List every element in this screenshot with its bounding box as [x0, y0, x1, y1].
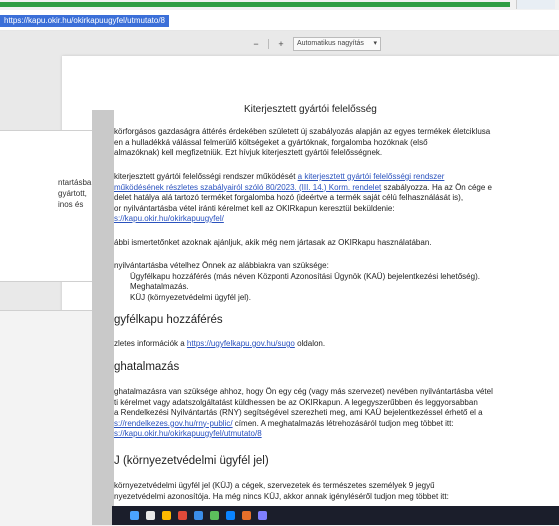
chevron-down-icon: ▾ — [373, 40, 377, 47]
taskbar-app-icon[interactable] — [146, 511, 155, 520]
heading-meghatalmazas: ghatalmazás — [114, 361, 180, 373]
background-text-line: gyártott, — [58, 189, 87, 198]
paragraph-7-line-2: nyezetvédelmi azonosítója. Ha még nincs … — [114, 491, 449, 501]
zoom-select[interactable]: Automatikus nagyítás ▾ — [293, 37, 381, 51]
window-corner-icon[interactable] — [516, 0, 555, 9]
heading-ugyfelkapu: gyfélkapu hozzáférés — [114, 314, 223, 326]
paragraph-1-line-1: körforgásos gazdaságra áttérés érdekében… — [114, 127, 491, 136]
toolbar-divider — [268, 39, 269, 49]
ugyfelkapu-link[interactable]: https://ugyfelkapu.gov.hu/sugo — [187, 339, 295, 348]
heading-kuj: J (környezetvédelmi ügyfél jel) — [114, 455, 269, 467]
rny-link[interactable]: s://rendelkezes.gov.hu/rny-public/ — [114, 419, 233, 428]
requirement-item: KÜJ (környezetvédelmi ügyfél jel). — [130, 292, 251, 302]
paragraph-2-line-5: s://kapu.okir.hu/okirkapuugyfel/ — [114, 214, 224, 225]
background-text-line: inos és — [58, 200, 84, 209]
paragraph-7-line-1: környezetvédelmi ügyfél jel (KÜJ) a cége… — [114, 481, 435, 490]
progress-bar — [0, 2, 510, 7]
document-page: Kiterjesztett gyártói felelősség körforg… — [62, 56, 559, 525]
paragraph-2-line-2: működésének részletes szabályairól szóló… — [114, 182, 492, 192]
zoom-in-button[interactable]: + — [275, 38, 287, 50]
paragraph-1-line-3: almazóknak) kell megfizetniük. Ezt hívju… — [114, 148, 383, 157]
taskbar-app-icon[interactable] — [162, 511, 171, 520]
zoom-select-value: Automatikus nagyítás — [297, 40, 364, 47]
paragraph-2-line-4: or nyilvántartásba vétel iránti kérelmet… — [114, 203, 395, 213]
regulation-link-cont[interactable]: működésének részletes szabályairól szóló… — [114, 183, 381, 192]
document-title: Kiterjesztett gyártói felelősség — [244, 104, 377, 115]
taskbar-app-icon[interactable] — [242, 511, 251, 520]
background-window-lower — [0, 310, 92, 526]
sidebar-strip — [92, 110, 114, 525]
address-bar[interactable]: https://kapu.okir.hu/okirkapuugyfel/utmu… — [0, 12, 559, 31]
paragraph-6-line-4: s://rendelkezes.gov.hu/rny-public/ címen… — [114, 418, 454, 428]
taskbar-app-icon[interactable] — [226, 511, 235, 520]
regulation-link[interactable]: a kiterjesztett gyártói felelősségi rend… — [298, 172, 445, 181]
paragraph-5: zletes információk a https://ugyfelkapu.… — [114, 339, 326, 348]
paragraph-6-line-5: s://kapu.okir.hu/okirkapuugyfel/utmutato… — [114, 429, 262, 440]
requirement-item: Ügyfélkapu hozzáférés (más néven Központ… — [130, 271, 480, 281]
taskbar-app-icon[interactable] — [194, 511, 203, 520]
requirements-intro: nyilvántartásba vételhez Önnek az alábbi… — [114, 261, 329, 270]
okirkapu-link[interactable]: s://kapu.okir.hu/okirkapuugyfel/ — [114, 214, 224, 223]
paragraph-2-line-1: kiterjesztett gyártói felelősségi rendsz… — [114, 172, 445, 181]
paragraph-6-line-1: ghatalmazásra van szüksége ahhoz, hogy Ö… — [114, 387, 493, 396]
paragraph-6-line-2: ti kérelmet vagy adatszolgáltatást küldh… — [114, 397, 478, 407]
taskbar — [112, 506, 559, 525]
address-url[interactable]: https://kapu.okir.hu/okirkapuugyfel/utmu… — [0, 15, 169, 27]
taskbar-app-icon[interactable] — [210, 511, 219, 520]
background-window: ntartásba gyártott, inos és — [0, 130, 92, 282]
zoom-out-button[interactable]: − — [250, 38, 262, 50]
paragraph-1-line-2: en a hulladékká válással felmerülő költs… — [114, 137, 428, 147]
pdf-toolbar: − + Automatikus nagyítás ▾ — [250, 37, 381, 51]
taskbar-app-icon[interactable] — [258, 511, 267, 520]
paragraph-6-line-3: a Rendelkezési Nyilvántartás (RNY) segít… — [114, 408, 483, 417]
background-text-line: ntartásba — [58, 178, 92, 187]
paragraph-3: ábbi ismertetőnket azoknak ajánljuk, aki… — [114, 238, 432, 247]
taskbar-app-icon[interactable] — [130, 511, 139, 520]
requirement-item: Meghatalmazás. — [130, 282, 189, 291]
paragraph-2-line-3: delet hatálya alá tartozó terméket forga… — [114, 193, 464, 202]
taskbar-app-icon[interactable] — [178, 511, 187, 520]
utmutato-link[interactable]: s://kapu.okir.hu/okirkapuugyfel/utmutato… — [114, 429, 262, 438]
